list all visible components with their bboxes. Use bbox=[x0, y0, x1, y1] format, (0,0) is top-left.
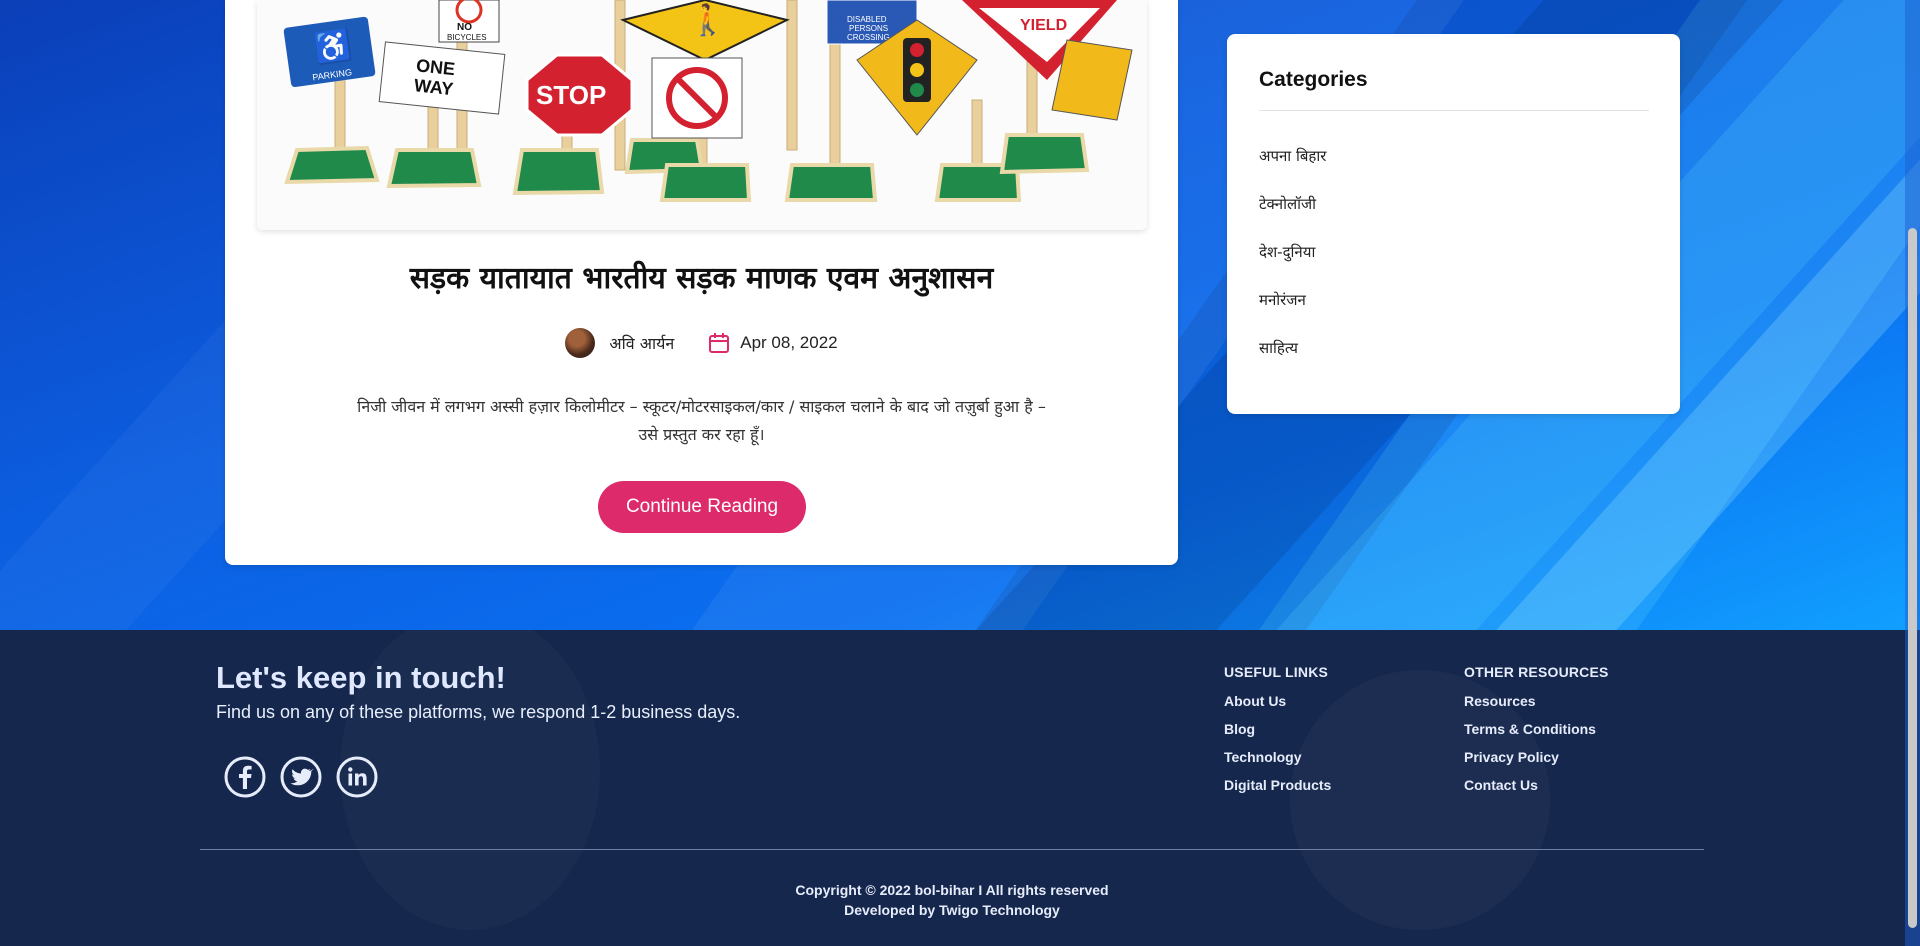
svg-text:NO: NO bbox=[457, 22, 472, 33]
categories-divider bbox=[1259, 110, 1649, 111]
footer-link-blog[interactable]: Blog bbox=[1224, 720, 1331, 748]
social-links bbox=[224, 756, 378, 798]
footer-title: Let's keep in touch! bbox=[216, 660, 506, 695]
author-avatar[interactable] bbox=[565, 328, 596, 358]
copyright: Copyright © 2022 bol-bihar I All rights … bbox=[0, 880, 1904, 920]
categories-list: अपना बिहार टेक्नोलॉजी देश-दुनिया मनोरंजन… bbox=[1259, 144, 1326, 384]
footer-divider bbox=[200, 849, 1704, 850]
svg-text:CROSSING: CROSSING bbox=[847, 33, 890, 42]
facebook-icon[interactable] bbox=[224, 756, 266, 798]
other-resources-list: Resources Terms & Conditions Privacy Pol… bbox=[1464, 692, 1596, 804]
author-name[interactable]: अवि आर्यन bbox=[609, 332, 674, 354]
footer-link-digital-products[interactable]: Digital Products bbox=[1224, 776, 1331, 804]
svg-text:WAY: WAY bbox=[413, 75, 454, 99]
svg-text:STOP: STOP bbox=[536, 80, 606, 110]
svg-text:YIELD: YIELD bbox=[1020, 17, 1067, 34]
twitter-icon[interactable] bbox=[280, 756, 322, 798]
svg-text:DISABLED: DISABLED bbox=[847, 15, 887, 24]
footer-link-contact-us[interactable]: Contact Us bbox=[1464, 776, 1596, 804]
useful-links-list: About Us Blog Technology Digital Product… bbox=[1224, 692, 1331, 804]
svg-text:♿: ♿ bbox=[312, 27, 354, 67]
post-excerpt: निजी जीवन में लगभग अस्सी हज़ार किलोमीटर … bbox=[357, 397, 1046, 444]
footer-link-about-us[interactable]: About Us bbox=[1224, 692, 1331, 720]
calendar-icon bbox=[709, 333, 730, 353]
footer-link-technology[interactable]: Technology bbox=[1224, 748, 1331, 776]
other-resources-heading: OTHER RESOURCES bbox=[1464, 664, 1609, 680]
footer-link-terms-conditions[interactable]: Terms & Conditions bbox=[1464, 720, 1596, 748]
categories-title: Categories bbox=[1259, 68, 1368, 91]
post-card: ♿ PARKING NO BICYCLES ONE WAY STOP 🚶 DIS… bbox=[225, 0, 1178, 565]
post-featured-image[interactable]: ♿ PARKING NO BICYCLES ONE WAY STOP 🚶 DIS… bbox=[257, 0, 1147, 230]
svg-text:BICYCLES: BICYCLES bbox=[447, 33, 487, 42]
post-title[interactable]: सड़क यातायात भारतीय सड़क माणक एवम अनुशास… bbox=[225, 256, 1178, 297]
category-item[interactable]: मनोरंजन bbox=[1259, 288, 1326, 336]
footer-link-privacy-policy[interactable]: Privacy Policy bbox=[1464, 748, 1596, 776]
category-item[interactable]: टेक्नोलॉजी bbox=[1259, 192, 1326, 240]
svg-text:🚶: 🚶 bbox=[689, 2, 726, 37]
useful-links-heading: USEFUL LINKS bbox=[1224, 664, 1329, 680]
continue-reading-button[interactable]: Continue Reading bbox=[598, 481, 806, 533]
linkedin-icon[interactable] bbox=[336, 756, 378, 798]
svg-text:PERSONS: PERSONS bbox=[849, 24, 888, 33]
category-item[interactable]: साहित्य bbox=[1259, 336, 1326, 384]
developer-credit[interactable]: Developed by Twigo Technology bbox=[0, 900, 1904, 920]
footer-subtitle: Find us on any of these platforms, we re… bbox=[216, 702, 741, 722]
category-item[interactable]: अपना बिहार bbox=[1259, 144, 1326, 192]
post-date: Apr 08, 2022 bbox=[740, 333, 838, 352]
footer-link-resources[interactable]: Resources bbox=[1464, 692, 1596, 720]
footer: Let's keep in touch! Find us on any of t… bbox=[0, 630, 1920, 946]
scrollbar-thumb[interactable] bbox=[1908, 228, 1917, 928]
road-signs-illustration: ♿ PARKING NO BICYCLES ONE WAY STOP 🚶 DIS… bbox=[257, 0, 1147, 230]
copyright-text: Copyright © 2022 bol-bihar I All rights … bbox=[795, 882, 1109, 898]
post-date-wrap: Apr 08, 2022 bbox=[708, 332, 838, 354]
post-meta: अवि आर्यन Apr 08, 2022 bbox=[225, 328, 1178, 358]
category-item[interactable]: देश-दुनिया bbox=[1259, 240, 1326, 288]
categories-widget: Categories अपना बिहार टेक्नोलॉजी देश-दुन… bbox=[1227, 34, 1680, 414]
